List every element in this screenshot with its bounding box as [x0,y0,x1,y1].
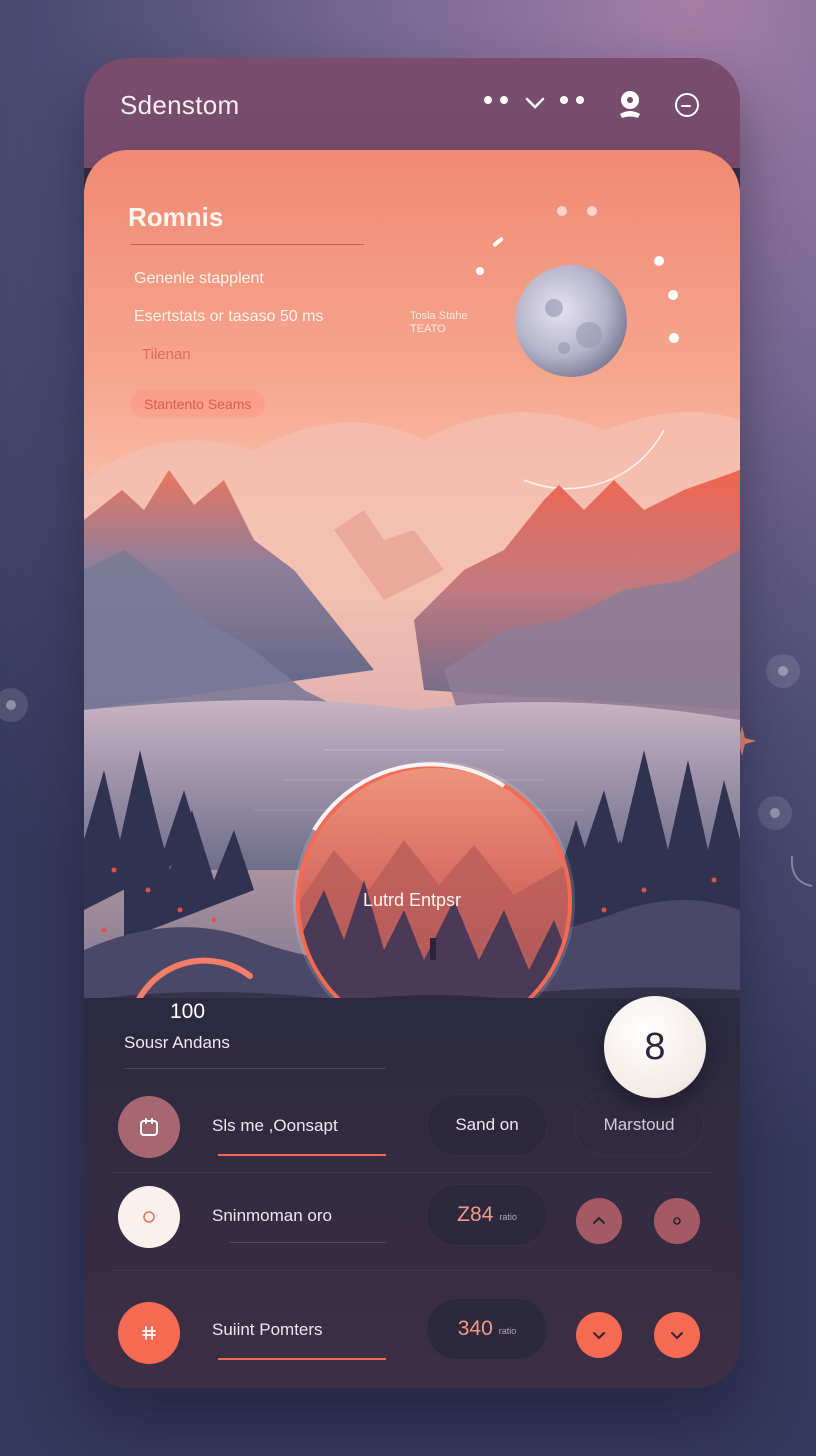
calendar-button[interactable] [118,1096,180,1158]
hero-chip[interactable]: Stantento Seams [130,390,266,418]
count-badge[interactable]: 8 [604,996,706,1098]
dot-button[interactable] [654,1198,700,1244]
pill-unit: ratio [498,1326,517,1336]
hero-illustration: Romnis Genenle stapplent Esertstats or t… [84,150,740,1050]
pill-value: 340 [457,1317,493,1340]
clock-icon[interactable] [674,92,700,118]
background-dot-icon [0,688,28,722]
chevron-down-icon[interactable] [524,92,546,114]
more-dots-icon[interactable] [484,96,508,104]
chevron-up-icon [593,1216,605,1224]
background-dot-icon [758,796,792,830]
stat-divider [124,1068,386,1069]
dot-icon [673,1217,681,1225]
circle-icon [143,1211,155,1223]
row-separator [114,1270,710,1271]
hero-detail: Esertstats or tasaso 50 ms [134,308,324,325]
pill-label: Sand on [455,1115,519,1134]
sand-on-button[interactable]: Sand on [426,1094,548,1156]
chevron-up-button[interactable] [576,1198,622,1244]
marstoud-button[interactable]: Marstoud [574,1094,704,1156]
circle-button[interactable] [118,1186,180,1248]
hero-tag: Tilenan [142,346,191,363]
chevron-down-icon [593,1332,605,1340]
more-dots-icon[interactable] [560,96,584,104]
moon-label: Tosla Stahe [410,310,468,322]
row-label: Sninmoman oro [212,1206,333,1225]
pill-unit: ratio [499,1212,517,1222]
hero-subtitle: Genenle stapplent [134,270,264,287]
background-dot-icon [766,654,800,688]
row-progress [218,1358,386,1360]
app-title: Sdenstom [120,90,240,120]
app-card: Sdenstom Romnis Genenle stapplent Eserts… [84,58,740,1388]
calendar-icon [140,1118,158,1136]
row-label: Suiint Pomters [212,1320,323,1339]
currency-icon [142,1326,156,1340]
value-pill[interactable]: Z84 ratio [426,1184,548,1246]
value-pill[interactable]: 340 ratio [426,1298,548,1360]
porthole-label: Lutrd Entpsr [362,890,462,910]
moon-sublabel: TEATO [410,323,446,335]
hero-divider [130,244,364,245]
row-separator [114,1172,710,1173]
row-label: Sls me ,Oonsapt [212,1116,338,1135]
chevron-down-icon [671,1332,683,1340]
stat-value: 100 [170,1000,206,1023]
chevron-down-button[interactable] [654,1312,700,1358]
currency-button[interactable] [118,1302,180,1364]
pill-value: Z84 [457,1203,494,1226]
row-divider [230,1242,386,1243]
row-progress [218,1154,386,1156]
stat-label: Sousr Andans [124,1033,230,1052]
background-curl-icon [790,855,813,887]
user-icon[interactable] [616,88,646,122]
chevron-down-button[interactable] [576,1312,622,1358]
hero-title: Romnis [128,202,224,232]
